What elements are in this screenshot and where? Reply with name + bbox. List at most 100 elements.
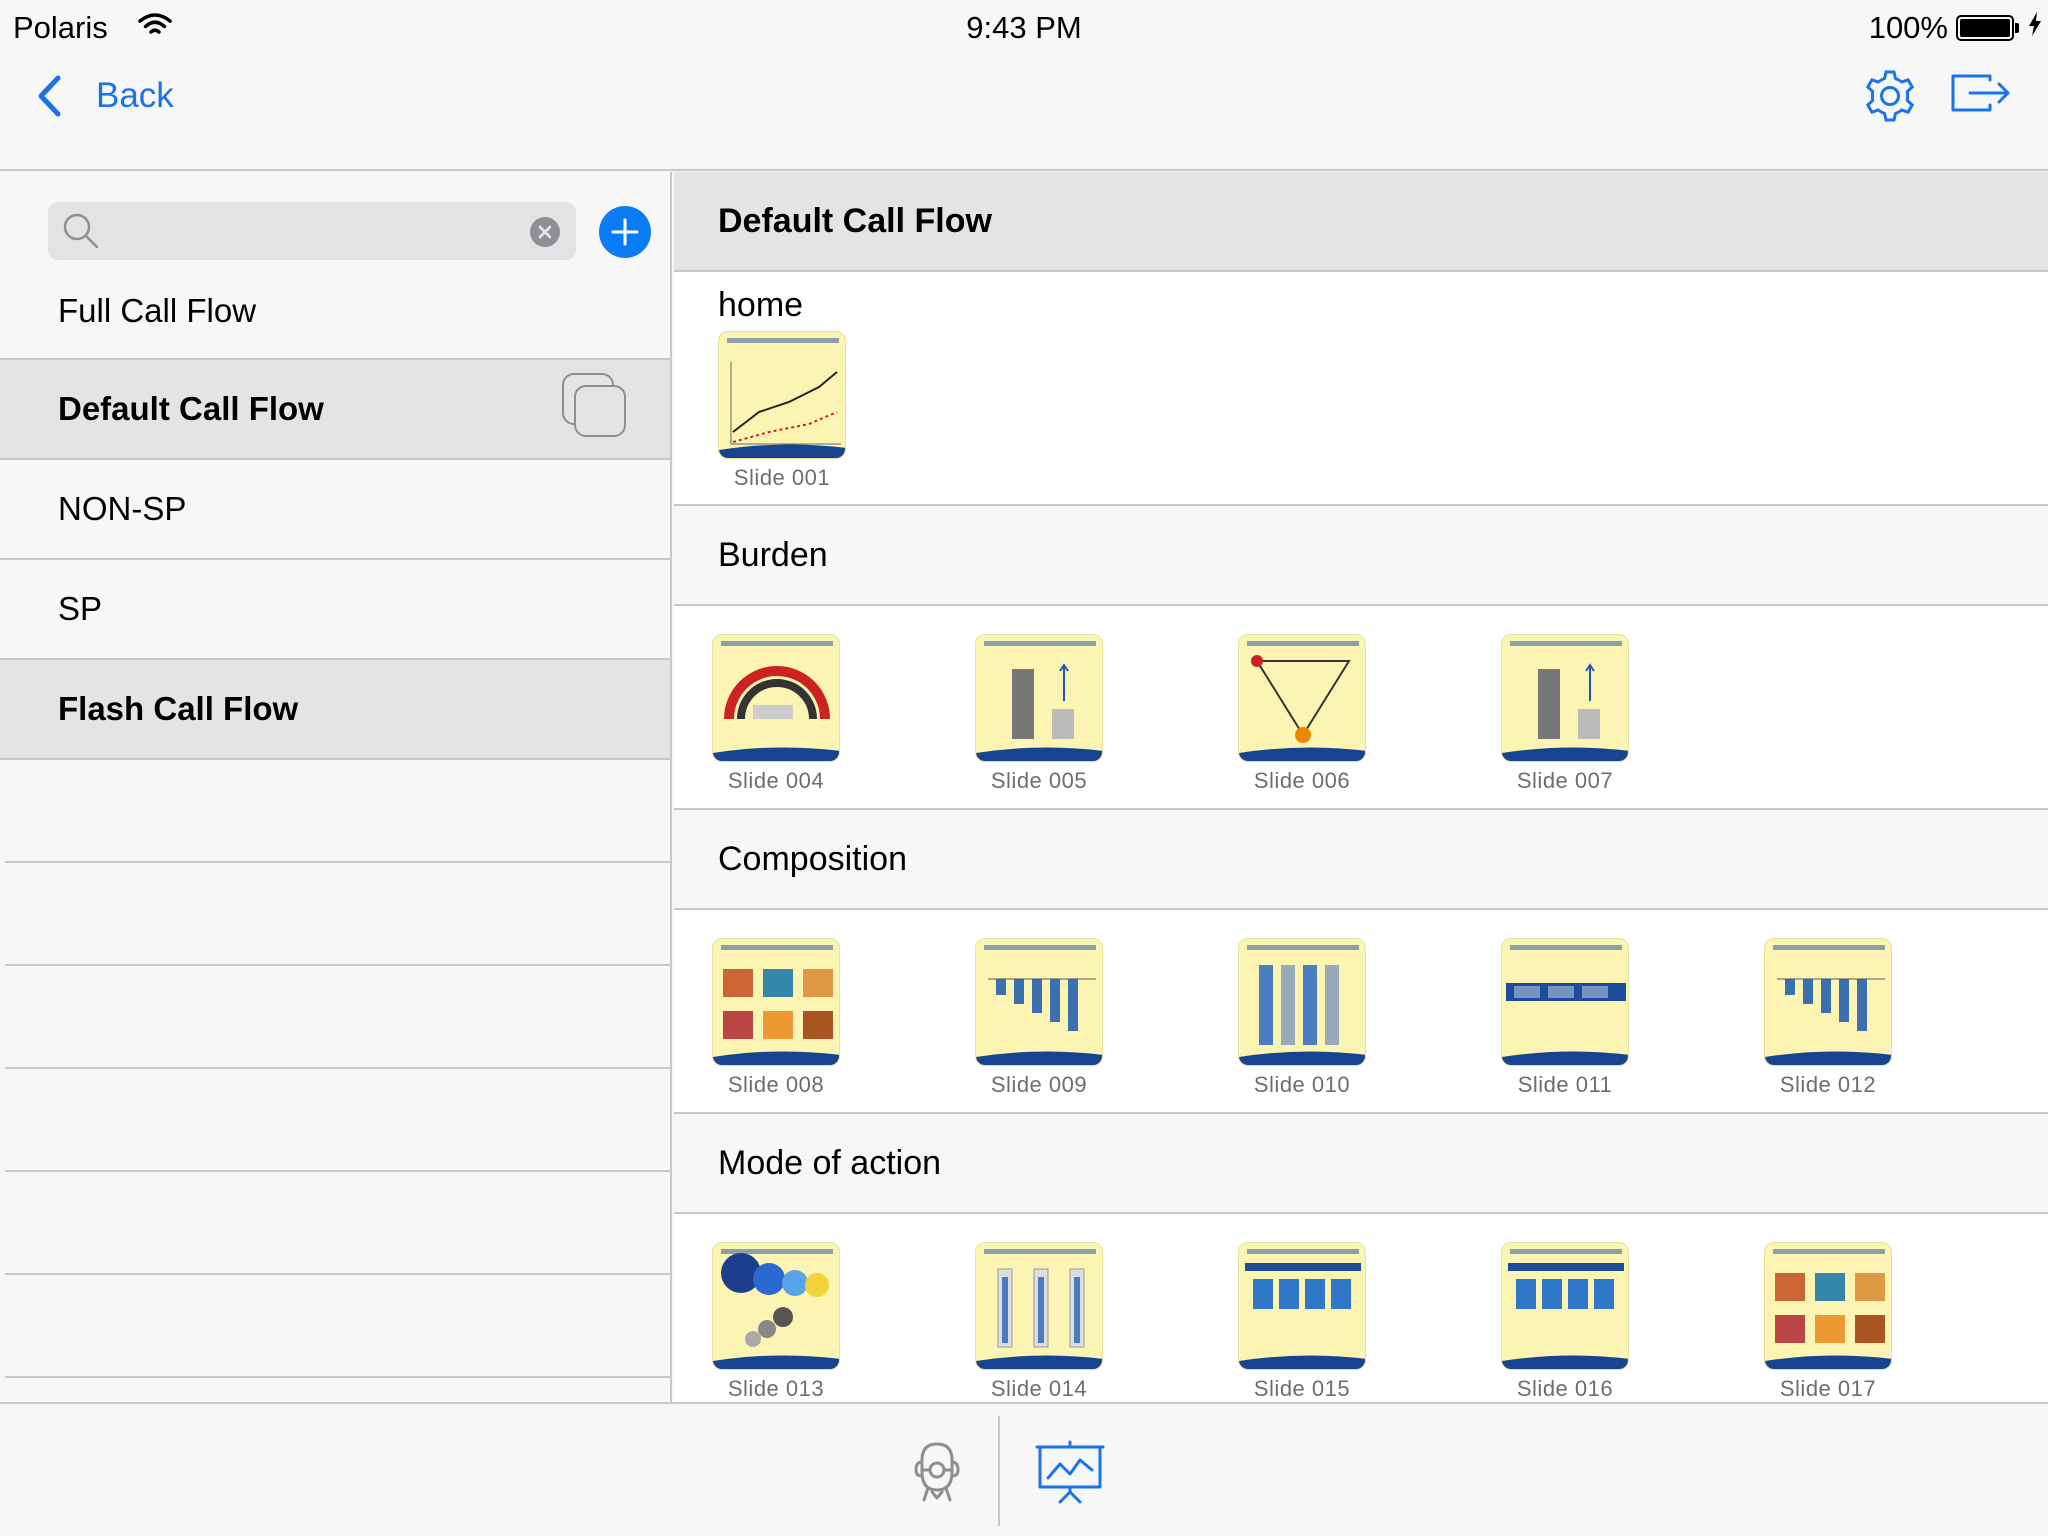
slide-label: Slide 012: [1779, 1072, 1877, 1097]
slide-card[interactable]: Slide 011: [1501, 938, 1764, 1112]
slide-preview-graphic: [1239, 1249, 1365, 1369]
slide-card[interactable]: Slide 008: [712, 938, 975, 1112]
tab-bar: [0, 1402, 2048, 1536]
call-flow-item-full[interactable]: Full Call Flow: [0, 272, 670, 360]
slide-card[interactable]: Slide 015: [1238, 1242, 1501, 1402]
slide-preview-graphic: [713, 641, 839, 761]
tab-presentation[interactable]: [1034, 1440, 1106, 1509]
logout-button[interactable]: [1950, 72, 2012, 121]
battery-icon: [1956, 15, 2022, 41]
slide-preview-graphic: [976, 1249, 1102, 1369]
slide-thumbnail: [975, 634, 1103, 762]
slide-card[interactable]: Slide 004: [712, 634, 975, 808]
status-time: 9:43 PM: [966, 10, 1082, 45]
slide-preview-graphic: [719, 338, 845, 458]
slide-label: Slide 010: [1253, 1072, 1351, 1097]
slide-preview-graphic: [1239, 945, 1365, 1065]
slide-preview-graphic: [713, 1249, 839, 1369]
slide-thumbnail: [1764, 938, 1892, 1066]
slide-label: Slide 015: [1253, 1376, 1351, 1401]
search-icon: [63, 213, 99, 249]
slide-row-composition: Slide 008 Slide 009 Slide 010 Slide 011 …: [674, 910, 2048, 1112]
call-flow-label: NON-SP: [58, 490, 187, 527]
slide-card[interactable]: Slide 016: [1501, 1242, 1764, 1402]
slide-thumbnail: [1764, 1242, 1892, 1370]
slide-thumbnail: [1238, 634, 1366, 762]
search-field[interactable]: [48, 202, 576, 260]
slide-thumbnail: [1501, 938, 1629, 1066]
slide-label: Slide 006: [1253, 768, 1351, 793]
tab-doctor[interactable]: [908, 1440, 966, 1509]
slide-row-burden: Slide 004 Slide 005 Slide 006 Slide 007: [674, 606, 2048, 808]
empty-list-row: [5, 760, 670, 863]
status-bar: Polaris 9:43 PM 100%: [0, 0, 2048, 56]
back-button[interactable]: Back: [36, 74, 174, 118]
search-input[interactable]: [120, 210, 500, 252]
section-header-mode-of-action: Mode of action: [674, 1112, 2048, 1214]
empty-list-row: [5, 1172, 670, 1275]
slide-preview-graphic: [1502, 1249, 1628, 1369]
empty-list-row: [5, 966, 670, 1069]
empty-list-row: [5, 1275, 670, 1378]
settings-button[interactable]: [1862, 68, 1918, 129]
add-call-flow-button[interactable]: [599, 206, 651, 258]
slide-card[interactable]: Slide 014: [975, 1242, 1238, 1402]
slide-label: Slide 011: [1517, 1072, 1613, 1097]
doctor-icon: [914, 1442, 960, 1502]
slide-card[interactable]: Slide 010: [1238, 938, 1501, 1112]
clear-search-icon[interactable]: [530, 217, 560, 247]
slide-label: Slide 013: [727, 1376, 825, 1401]
slide-label: Slide 014: [990, 1376, 1088, 1401]
slide-label: Slide 017: [1779, 1376, 1877, 1401]
empty-list-row: [5, 863, 670, 966]
empty-list-row: [5, 1069, 670, 1172]
slide-card[interactable]: Slide 001: [718, 331, 878, 491]
call-flow-detail: Default Call Flow home Slide 001 Burden …: [674, 172, 2048, 1402]
call-flow-item-flash[interactable]: Flash Call Flow: [0, 660, 670, 760]
slide-card[interactable]: Slide 007: [1501, 634, 1764, 808]
slide-preview-graphic: [1765, 945, 1891, 1065]
slide-card[interactable]: Slide 005: [975, 634, 1238, 808]
call-flow-item-non-sp[interactable]: NON-SP: [0, 460, 670, 560]
slide-card[interactable]: Slide 017: [1764, 1242, 2027, 1402]
slide-thumbnail: [1501, 1242, 1629, 1370]
battery-percentage: 100%: [1868, 10, 1948, 45]
duplicate-icon[interactable]: [561, 372, 627, 438]
chevron-left-icon: [38, 75, 61, 117]
back-button-label: Back: [96, 76, 174, 115]
call-flow-item-sp[interactable]: SP: [0, 560, 670, 660]
charging-bolt-icon: [2029, 12, 2041, 36]
slide-label: Slide 004: [727, 768, 825, 793]
call-flow-sidebar: Full Call Flow Default Call Flow NON-SP …: [0, 172, 672, 1402]
slide-card[interactable]: Slide 006: [1238, 634, 1501, 808]
slide-label: Slide 016: [1516, 1376, 1614, 1401]
slide-preview-graphic: [713, 945, 839, 1065]
slide-thumbnail: [1238, 1242, 1366, 1370]
plus-icon: [611, 218, 639, 246]
slide-card[interactable]: Slide 009: [975, 938, 1238, 1112]
slide-label: Slide 001: [733, 465, 831, 490]
slide-thumbnail: [712, 1242, 840, 1370]
slide-preview-graphic: [1502, 945, 1628, 1065]
slide-card[interactable]: Slide 013: [712, 1242, 975, 1402]
slide-label: Slide 009: [990, 1072, 1088, 1097]
logout-icon: [1951, 74, 2010, 112]
slide-row-mode-of-action: Slide 013 Slide 014 Slide 015 Slide 016 …: [674, 1214, 2048, 1402]
slide-thumbnail: [712, 938, 840, 1066]
tab-divider: [998, 1416, 1000, 1526]
slide-preview-graphic: [1239, 641, 1365, 761]
slide-thumbnail: [712, 634, 840, 762]
call-flow-label: Default Call Flow: [58, 390, 324, 427]
slide-card[interactable]: Slide 012: [1764, 938, 2027, 1112]
call-flow-label: Full Call Flow: [58, 292, 257, 329]
slide-label: Slide 005: [990, 768, 1088, 793]
call-flow-label: Flash Call Flow: [58, 690, 299, 727]
call-flow-item-default[interactable]: Default Call Flow: [0, 360, 670, 460]
slide-preview-graphic: [976, 641, 1102, 761]
slide-preview-graphic: [1765, 1249, 1891, 1369]
home-section: home Slide 001: [674, 272, 2048, 504]
presentation-icon: [1035, 1440, 1105, 1504]
slide-thumbnail: [1238, 938, 1366, 1066]
slide-thumbnail: [1501, 634, 1629, 762]
section-title: home: [718, 286, 804, 324]
